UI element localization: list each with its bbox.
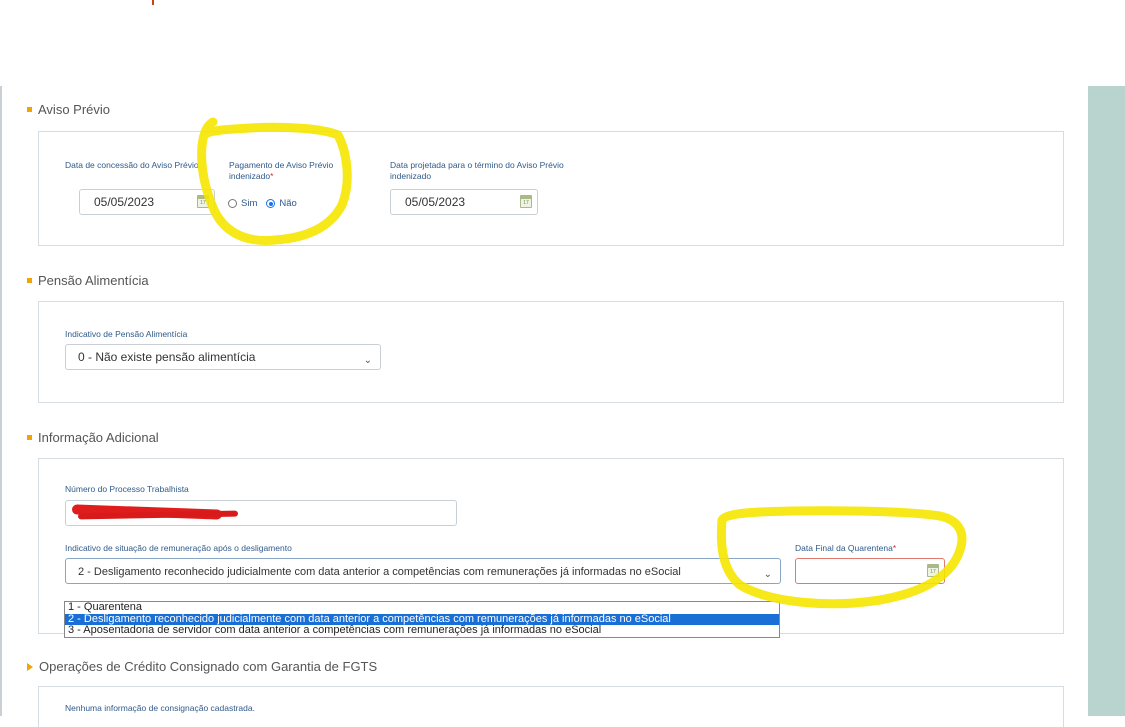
radio-sim-label[interactable]: Sim xyxy=(241,198,257,209)
termino-date-field[interactable]: 05/05/2023 17 xyxy=(390,189,538,215)
situacao-select[interactable]: 2 - Desligamento reconhecido judicialmen… xyxy=(65,558,781,584)
bullet-icon xyxy=(27,107,32,112)
calendar-icon[interactable]: 17 xyxy=(927,564,939,577)
dropdown-option[interactable]: 1 - Quarentena xyxy=(65,601,779,614)
situacao-dropdown-list[interactable]: 1 - Quarentena 2 - Desligamento reconhec… xyxy=(64,601,780,638)
bullet-icon xyxy=(27,278,32,283)
section-title: Pensão Alimentícia xyxy=(38,273,149,288)
section-credito-consignado[interactable]: Operações de Crédito Consignado com Gara… xyxy=(27,659,377,674)
section-pensao: Pensão Alimentícia xyxy=(27,273,149,288)
calendar-icon[interactable]: 17 xyxy=(197,195,209,208)
section-title[interactable]: Operações de Crédito Consignado com Gara… xyxy=(39,659,377,674)
pensao-box: Indicativo de Pensão Alimentícia 0 - Não… xyxy=(38,301,1064,403)
bullet-icon xyxy=(27,435,32,440)
concessao-label: Data de concessão do Aviso Prévio xyxy=(65,160,199,170)
termino-label: Data projetada para o término do Aviso P… xyxy=(390,160,564,181)
radio-sim[interactable] xyxy=(228,199,237,208)
section-title: Aviso Prévio xyxy=(38,102,111,117)
aviso-previo-box: Data de concessão do Aviso Prévio 05/05/… xyxy=(38,131,1064,246)
calendar-icon[interactable]: 17 xyxy=(520,195,532,208)
processo-label: Número do Processo Trabalhista xyxy=(65,484,189,494)
pagamento-radio-group: Sim Não xyxy=(228,198,297,209)
data-final-label: Data Final da Quarentena* xyxy=(795,543,897,553)
pagamento-label: Pagamento de Aviso Prévio indenizado* xyxy=(229,160,334,181)
empty-message: Nenhuma informação de consignação cadast… xyxy=(65,703,255,713)
chevron-down-icon: ⌄ xyxy=(763,569,772,580)
top-mark xyxy=(152,0,154,5)
concessao-date-field[interactable]: 05/05/2023 17 xyxy=(79,189,215,215)
radio-nao-label[interactable]: Não xyxy=(279,198,296,209)
credito-box: Nenhuma informação de consignação cadast… xyxy=(38,686,1064,727)
section-aviso-previo: Aviso Prévio xyxy=(27,102,110,117)
indicativo-pensao-select[interactable]: 0 - Não existe pensão alimentícia ⌄ xyxy=(65,344,381,370)
situacao-label: Indicativo de situação de remuneração ap… xyxy=(65,543,292,553)
right-side-panel xyxy=(1088,86,1125,716)
dropdown-option[interactable]: 3 - Aposentadoria de servidor com data a… xyxy=(65,624,779,637)
section-informacao-adicional: Informação Adicional xyxy=(27,430,159,445)
indicativo-pensao-label: Indicativo de Pensão Alimentícia xyxy=(65,329,188,339)
data-final-field[interactable]: 17 xyxy=(795,558,945,584)
chevron-down-icon: ⌄ xyxy=(363,355,372,366)
radio-nao[interactable] xyxy=(266,199,276,208)
section-title: Informação Adicional xyxy=(38,430,159,445)
processo-field[interactable] xyxy=(65,500,457,526)
expand-arrow-icon[interactable] xyxy=(27,662,33,671)
